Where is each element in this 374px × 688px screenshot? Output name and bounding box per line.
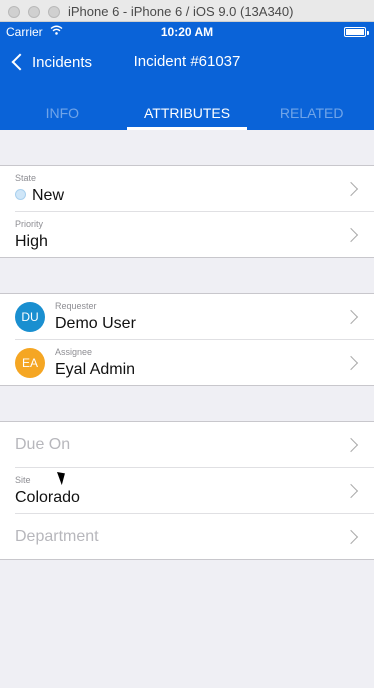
details-group: Due On Site Colorado Department	[0, 421, 374, 560]
assignee-row[interactable]: EA Assignee Eyal Admin	[15, 340, 374, 385]
tab-attributes[interactable]: ATTRIBUTES	[125, 98, 250, 130]
chevron-right-icon	[343, 227, 359, 243]
state-row[interactable]: State New	[15, 166, 374, 212]
close-window-button[interactable]	[8, 6, 20, 18]
status-bar: Carrier 10:20 AM	[0, 22, 374, 42]
assignee-avatar: EA	[15, 348, 45, 378]
chevron-right-icon	[343, 437, 359, 453]
people-group: DU Requester Demo User EA Assignee Eyal …	[0, 293, 374, 386]
assignee-label: Assignee	[55, 347, 93, 357]
priority-label: Priority	[15, 219, 44, 229]
site-label: Site	[15, 475, 31, 485]
page-title: Incident #61037	[133, 53, 241, 70]
tab-bar: INFO ATTRIBUTES RELATED	[0, 98, 374, 130]
zoom-window-button[interactable]	[48, 6, 60, 18]
assignee-name: Eyal Admin	[55, 361, 136, 378]
header: Carrier 10:20 AM Incidents Incident #610…	[0, 22, 374, 130]
tab-related[interactable]: RELATED	[249, 98, 374, 130]
due-on-row[interactable]: Due On	[15, 422, 374, 468]
chevron-right-icon	[343, 529, 359, 545]
attributes-list: State New Priority High DU Requester Dem…	[0, 130, 374, 560]
requester-name: Demo User	[55, 315, 136, 332]
status-time: 10:20 AM	[160, 25, 214, 39]
requester-avatar: DU	[15, 302, 45, 332]
state-indicator-icon	[15, 189, 26, 201]
simulator-title: iPhone 6 - iPhone 6 / iOS 9.0 (13A340)	[68, 4, 294, 19]
chevron-right-icon	[343, 483, 359, 499]
requester-row[interactable]: DU Requester Demo User	[15, 294, 374, 340]
state-label: State	[15, 173, 37, 183]
due-on-placeholder: Due On	[15, 436, 71, 453]
battery-icon	[344, 27, 369, 37]
requester-label: Requester	[55, 301, 97, 311]
chevron-right-icon	[343, 309, 359, 325]
status-group: State New Priority High	[0, 165, 374, 258]
site-value: Colorado	[15, 489, 80, 506]
tab-info[interactable]: INFO	[0, 98, 125, 130]
department-placeholder: Department	[15, 528, 99, 545]
chevron-right-icon	[343, 181, 359, 197]
chevron-right-icon	[343, 355, 359, 371]
department-row[interactable]: Department	[15, 514, 374, 559]
state-value-wrap: New	[15, 187, 64, 205]
simulator-title-bar: iPhone 6 - iPhone 6 / iOS 9.0 (13A340)	[0, 0, 374, 22]
priority-row[interactable]: Priority High	[15, 212, 374, 257]
minimize-window-button[interactable]	[28, 6, 40, 18]
priority-value: High	[15, 233, 48, 250]
state-value: New	[32, 187, 65, 204]
site-row[interactable]: Site Colorado	[15, 468, 374, 514]
